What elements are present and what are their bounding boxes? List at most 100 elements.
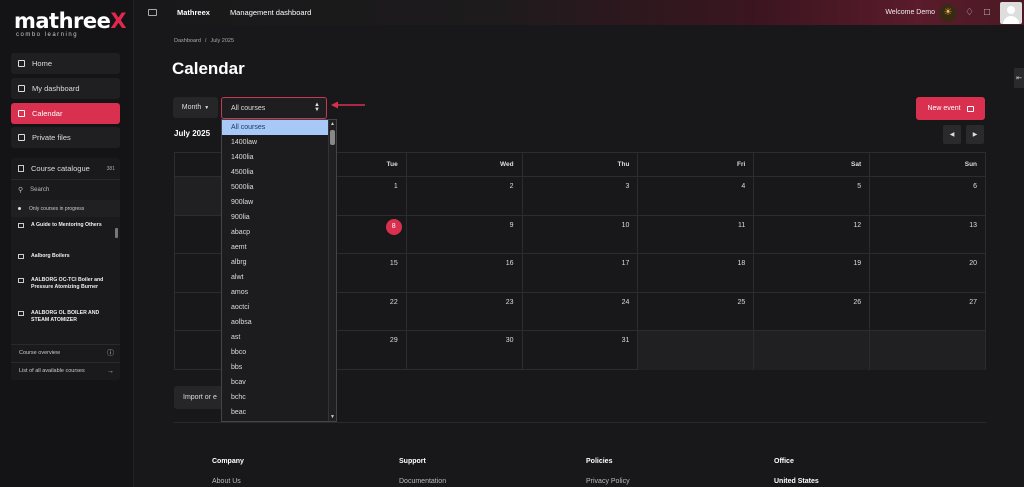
day-cell[interactable]: 25 bbox=[638, 292, 755, 330]
welcome-text: Welcome Demo bbox=[885, 9, 935, 16]
course-option[interactable]: bbco bbox=[222, 345, 336, 360]
home-icon bbox=[18, 60, 25, 67]
day-cell[interactable] bbox=[638, 331, 755, 370]
course-option[interactable]: alwt bbox=[222, 270, 336, 285]
mathreex-logo[interactable]: mathreeX combo learning bbox=[14, 10, 127, 40]
footer-heading: Policies bbox=[586, 458, 613, 465]
catalogue-search-input[interactable]: ⚲ Search bbox=[11, 180, 120, 200]
course-option-selected[interactable]: All courses bbox=[222, 120, 336, 135]
sidebar-scrollbar[interactable] bbox=[114, 222, 119, 342]
select-arrows-icon: ▲ ▼ bbox=[314, 102, 320, 113]
site-link[interactable]: Mathreex bbox=[177, 8, 210, 17]
nav-my-dashboard[interactable]: My dashboard bbox=[11, 78, 120, 99]
course-item[interactable]: AALBORG OL BOILER AND STEAM ATOMIZER bbox=[11, 305, 120, 329]
day-cell[interactable]: 3 bbox=[523, 177, 639, 215]
bell-icon[interactable]: ♢ bbox=[965, 7, 974, 18]
course-option[interactable]: beac bbox=[222, 405, 336, 420]
drawer-toggle-icon[interactable]: ⇤ bbox=[1014, 68, 1024, 88]
scroll-down-icon[interactable]: ▼ bbox=[330, 414, 335, 420]
course-option[interactable]: ast bbox=[222, 330, 336, 345]
scroll-up-icon[interactable]: ▲ bbox=[330, 121, 335, 127]
breadcrumb: Dashboard / July 2025 bbox=[174, 38, 234, 44]
course-option[interactable]: amos bbox=[222, 285, 336, 300]
theme-toggle-sun-icon[interactable]: ☀ bbox=[938, 3, 957, 22]
course-option[interactable]: bchc bbox=[222, 390, 336, 405]
calendar-plus-icon bbox=[966, 105, 974, 112]
footer-divider bbox=[174, 422, 986, 423]
course-option[interactable]: bbs bbox=[222, 360, 336, 375]
day-cell[interactable]: 18 bbox=[638, 254, 755, 292]
footer-column-support: Support Documentation bbox=[399, 458, 446, 485]
weekday-label: Thu bbox=[523, 153, 639, 176]
weekday-label: Sat bbox=[754, 153, 871, 176]
nav-home[interactable]: Home bbox=[11, 53, 120, 74]
topbar: Mathreex Management dashboard Welcome De… bbox=[134, 0, 1024, 25]
course-item[interactable]: AALBORG OC-TCI Boiler and Pressure Atomi… bbox=[11, 272, 120, 305]
course-option[interactable]: 5000lia bbox=[222, 180, 336, 195]
day-cell[interactable]: 26 bbox=[754, 292, 871, 330]
course-option[interactable]: aolbsa bbox=[222, 315, 336, 330]
view-month-dropdown[interactable]: Month ▼ bbox=[173, 97, 218, 118]
all-courses-link[interactable]: List of all available courses → bbox=[11, 362, 120, 379]
day-cell[interactable]: 27 bbox=[870, 293, 985, 331]
course-option[interactable]: abacp bbox=[222, 225, 336, 240]
management-dashboard-link[interactable]: Management dashboard bbox=[230, 8, 311, 17]
day-cell[interactable]: 6 bbox=[870, 177, 985, 215]
day-cell[interactable]: 12 bbox=[754, 215, 871, 253]
course-option[interactable]: 900lia bbox=[222, 210, 336, 225]
course-options-list[interactable]: All courses 1400law 1400lia 4500lia 5000… bbox=[221, 119, 337, 422]
course-item[interactable]: A Guide to Mentoring Others bbox=[11, 217, 120, 248]
sidebar-toggle-icon[interactable] bbox=[148, 9, 157, 16]
course-overview-link[interactable]: Course overview ⓘ bbox=[11, 344, 120, 361]
day-cell[interactable] bbox=[754, 331, 871, 370]
day-cell[interactable]: 9 bbox=[407, 215, 523, 253]
day-cell[interactable]: 17 bbox=[523, 254, 639, 292]
message-icon[interactable]: □ bbox=[984, 7, 990, 18]
catalogue-icon bbox=[18, 165, 24, 172]
nav-private-files[interactable]: Private files bbox=[11, 127, 120, 148]
footer-column-company: Company About Us bbox=[212, 458, 244, 485]
nav-calendar[interactable]: Calendar bbox=[11, 103, 120, 124]
course-catalogue-header[interactable]: Course catalogue 381 bbox=[11, 158, 120, 180]
day-cell[interactable]: 11 bbox=[638, 215, 755, 253]
new-event-button[interactable]: New event bbox=[916, 97, 985, 120]
footer-link[interactable]: Documentation bbox=[399, 478, 446, 485]
day-cell[interactable]: 10 bbox=[523, 215, 639, 253]
day-cell[interactable]: 23 bbox=[407, 292, 523, 330]
dropdown-scrollbar[interactable]: ▲ ▼ bbox=[328, 120, 336, 421]
day-cell[interactable]: 2 bbox=[407, 177, 523, 215]
day-cell[interactable]: 24 bbox=[523, 292, 639, 330]
course-option[interactable]: albrg bbox=[222, 255, 336, 270]
files-icon bbox=[18, 134, 25, 141]
day-cell[interactable]: 13 bbox=[870, 216, 985, 254]
footer-link[interactable]: About Us bbox=[212, 478, 244, 485]
day-cell[interactable]: 20 bbox=[870, 254, 985, 292]
page-title: Calendar bbox=[172, 59, 245, 78]
course-option[interactable]: aoctci bbox=[222, 300, 336, 315]
course-option[interactable]: bcav bbox=[222, 375, 336, 390]
scrollbar-thumb[interactable] bbox=[330, 130, 335, 145]
in-progress-filter[interactable]: Only courses in progress bbox=[11, 200, 120, 217]
course-option[interactable]: aemt bbox=[222, 240, 336, 255]
day-cell[interactable]: 5 bbox=[754, 177, 871, 215]
footer-column-policies: Policies Privacy Policy bbox=[586, 458, 630, 485]
day-cell[interactable]: 30 bbox=[407, 331, 523, 370]
course-item[interactable]: Aalborg Boilers bbox=[11, 248, 120, 272]
course-icon bbox=[18, 254, 24, 259]
day-cell[interactable]: 31 bbox=[523, 331, 639, 370]
breadcrumb-dashboard[interactable]: Dashboard bbox=[174, 38, 201, 44]
course-option[interactable]: 1400law bbox=[222, 135, 336, 150]
course-filter-select[interactable]: All courses ▲ ▼ bbox=[221, 97, 327, 119]
course-option[interactable]: 4500lia bbox=[222, 165, 336, 180]
prev-month-button[interactable]: ◀ bbox=[943, 125, 961, 144]
course-option[interactable]: 1400lia bbox=[222, 150, 336, 165]
day-cell[interactable] bbox=[870, 331, 986, 370]
day-cell[interactable]: 16 bbox=[407, 254, 523, 292]
footer-office-text: United States bbox=[774, 478, 819, 485]
avatar[interactable] bbox=[1000, 1, 1022, 24]
next-month-button[interactable]: ▶ bbox=[966, 125, 984, 144]
course-option[interactable]: 900law bbox=[222, 195, 336, 210]
day-cell[interactable]: 4 bbox=[638, 177, 755, 215]
day-cell[interactable]: 19 bbox=[754, 254, 871, 292]
footer-link[interactable]: Privacy Policy bbox=[586, 478, 630, 485]
